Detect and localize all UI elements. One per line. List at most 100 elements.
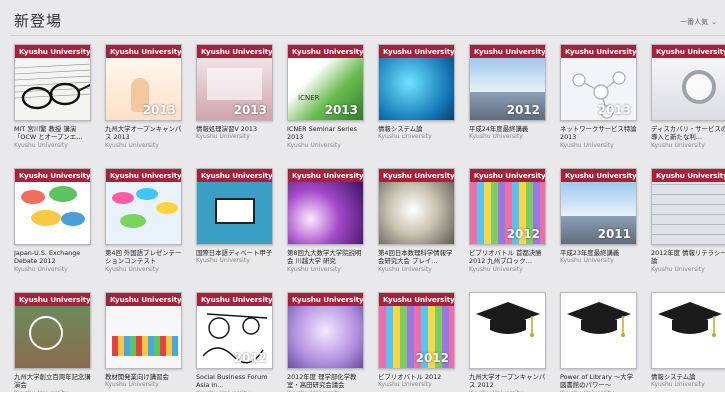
course-tile[interactable]: Kyushu University 教材開発業向け講習会 Kyushu Univer… [105,292,185,389]
course-title[interactable]: ビブリオバトル 首都決勝 2012 九州ブロック… [469,249,547,266]
course-provider[interactable]: Kyushu University [105,266,185,274]
course-title[interactable]: Japan-U.S. Exchange Debate 2012 [14,249,92,266]
course-tile[interactable]: Kyushu University ICNER 2013 ICNER Seminar … [287,44,367,150]
course-artwork[interactable]: Kyushu University [105,168,182,245]
course-artwork[interactable] [651,292,725,369]
course-title[interactable]: 情報処理演習V 2013 [196,125,274,133]
course-artwork[interactable]: Kyushu University [14,168,91,245]
course-tile[interactable]: Kyushu University 2012 平成24年度最終講義 Kyushu Un… [469,44,549,141]
course-tile[interactable]: Kyushu University Japan-U.S. Exchange Deb… [14,168,94,274]
course-tile[interactable]: Kyushu University 2013 情報処理演習V 2013 Kyushu … [196,44,276,141]
course-artwork[interactable]: Kyushu University [14,292,91,369]
course-artwork[interactable]: Kyushu University [651,168,725,245]
course-artwork[interactable]: Kyushu University ICNER 2013 [287,44,364,121]
chevron-down-icon[interactable]: ⌄ [711,18,717,26]
course-artwork[interactable]: Kyushu University [378,44,455,121]
course-tile[interactable]: Kyushu University 2012 ビブリオバトル 首都決勝 2012 九… [469,168,549,274]
course-tile[interactable]: Kyushu University 第4回 外国語プレゼンテーションコンテスト Ky… [105,168,185,274]
course-title[interactable]: ディスカバリ・サービスの導入と新たな利… [651,125,725,142]
course-title[interactable]: ビブリオバトル 2012 [378,373,456,381]
course-tile[interactable]: 九州大学オープンキャンパス 2012Kyushu University [469,292,549,398]
course-tile[interactable]: Kyushu University 第4回日本数理科学情報学会研究大会 プレイ… K… [378,168,458,274]
course-provider[interactable]: Kyushu University [14,142,94,150]
course-provider[interactable]: Kyushu University [196,133,276,141]
course-tile[interactable]: Kyushu University 2011 平成23年度最終講義 Kyushu Un… [560,168,640,265]
graduation-cap-icon [561,293,636,368]
course-provider[interactable]: Kyushu University [651,142,725,150]
course-artwork[interactable]: Kyushu University [196,168,273,245]
course-tile[interactable]: Kyushu University 2012 ビブリオバトル 2012 Kyushu … [378,292,458,389]
sort-label[interactable]: 一番人気 [680,17,708,27]
course-provider[interactable]: Kyushu University [287,266,367,274]
course-title[interactable]: 教材開発業向け講習会 [105,373,183,381]
course-title[interactable]: 情報システム論 [651,373,725,381]
course-tile[interactable]: Kyushu University 第8回九大数学大学院説明会 川越大学 研究 Ky… [287,168,367,274]
course-tile[interactable]: Kyushu University 情報システム論 Kyushu Universit… [378,44,458,141]
course-tile[interactable]: 情報システム論 Kyushu University [651,292,725,389]
course-artwork[interactable]: Kyushu University 2011 [560,168,637,245]
course-artwork[interactable]: Kyushu University [378,168,455,245]
course-artwork[interactable]: Kyushu University [651,44,725,121]
course-title[interactable]: 2012年度 情報リテラシー論 [651,249,725,266]
course-provider[interactable]: Kyushu University [378,381,458,389]
course-title[interactable]: ICNER Seminar Series 2013 [287,125,365,142]
course-provider[interactable]: Kyushu University [14,266,94,274]
course-provider[interactable]: Kyushu University [469,133,549,141]
course-artwork[interactable]: Kyushu University [105,292,182,369]
course-title[interactable]: MIT 宮川繁 教授 講演「OCW とオープンエ… [14,125,92,142]
course-provider[interactable]: Kyushu University [196,257,276,265]
course-title[interactable]: 第8回九大数学大学院説明会 川越大学 研究 [287,249,365,266]
course-artwork[interactable]: Kyushu University 2013 [105,44,182,121]
course-provider[interactable]: Kyushu University [560,257,640,265]
course-provider[interactable]: Kyushu University [105,381,185,389]
course-artwork[interactable]: Kyushu University 2012 [196,292,273,369]
course-title[interactable]: 第4回 外国語プレゼンテーションコンテスト [105,249,183,266]
course-tile[interactable]: Kyushu University 国際日本語ディベート甲子 Kyushu Univ… [196,168,276,265]
course-title[interactable]: Power of Library 〜大学図書館のパワー〜 [560,373,638,390]
course-title[interactable]: ネットワークサービス特論 2013 [560,125,638,142]
course-artwork[interactable] [560,292,637,369]
course-title[interactable]: 第4回日本数理科学情報学会研究大会 プレイ… [378,249,456,266]
sort-control[interactable]: 一番人気 ⌄ [680,17,717,27]
course-provider[interactable]: Kyushu University [378,266,458,274]
course-title[interactable]: 2012年度 理学部化学教室・高田研究会議会 [287,373,365,390]
course-artwork[interactable]: Kyushu University [287,292,364,369]
course-tile[interactable]: Kyushu University九州大学創立百周年記念講演会Kyushu Un… [14,292,94,398]
course-tile[interactable]: Kyushu University 2012年度 情報リテラシー論 Kyushu U… [651,168,725,274]
course-provider[interactable]: Kyushu University [560,142,640,150]
course-title[interactable]: 九州大学創立百周年記念講演会 [14,373,92,390]
course-title[interactable]: 情報システム論 [378,125,456,133]
course-provider[interactable]: Kyushu University [378,133,458,141]
course-artwork[interactable]: Kyushu University 2012 [469,168,546,245]
course-provider[interactable]: Kyushu University [469,266,549,274]
course-title[interactable]: Social Business Forum Asia in… [196,373,274,390]
course-tile[interactable]: Kyushu University 2012 Social Business For… [196,292,276,398]
course-title[interactable]: 平成24年度最終講義 [469,125,547,133]
course-tile[interactable]: Kyushu University 2013 ネットワークサービス特論 2013 Ky… [560,44,640,150]
section-header: 新登場 一番人気 ⌄ [0,0,725,36]
course-artwork[interactable] [469,292,546,369]
course-artwork[interactable]: Kyushu University [287,168,364,245]
course-artwork[interactable]: Kyushu University 2013 [560,44,637,121]
graduation-cap-icon [652,293,725,368]
old-building-icon [15,306,90,368]
course-artwork[interactable]: Kyushu University [14,44,91,121]
course-tile[interactable]: Kyushu University2012年度 理学部化学教室・高田研究会議会K… [287,292,367,398]
course-title[interactable]: 国際日本語ディベート甲子 [196,249,274,257]
course-title[interactable]: 平成23年度最終講義 [560,249,638,257]
course-artwork[interactable]: Kyushu University 2012 [469,44,546,121]
publisher-band: Kyushu University [379,169,454,182]
course-provider[interactable]: Kyushu University [287,142,367,150]
course-tile[interactable]: Kyushu University 2013 九州大学オープンキャンパス 2013 K… [105,44,185,150]
course-provider[interactable]: Kyushu University [651,266,725,274]
year-badge: 2012 [506,103,540,117]
course-provider[interactable]: Kyushu University [105,142,185,150]
course-provider[interactable]: Kyushu University [651,381,725,389]
course-tile[interactable]: Kyushu University ディスカバリ・サービスの導入と新たな利… Kyu… [651,44,725,150]
course-artwork[interactable]: Kyushu University 2012 [378,292,455,369]
course-title[interactable]: 九州大学オープンキャンパス 2012 [469,373,547,390]
course-tile[interactable]: Power of Library 〜大学図書館のパワー〜Kyushu Unive… [560,292,640,398]
course-artwork[interactable]: Kyushu University 2013 [196,44,273,121]
course-tile[interactable]: Kyushu University MIT 宮川繁 教授 講演「OCW とオープン… [14,44,94,150]
course-title[interactable]: 九州大学オープンキャンパス 2013 [105,125,183,142]
